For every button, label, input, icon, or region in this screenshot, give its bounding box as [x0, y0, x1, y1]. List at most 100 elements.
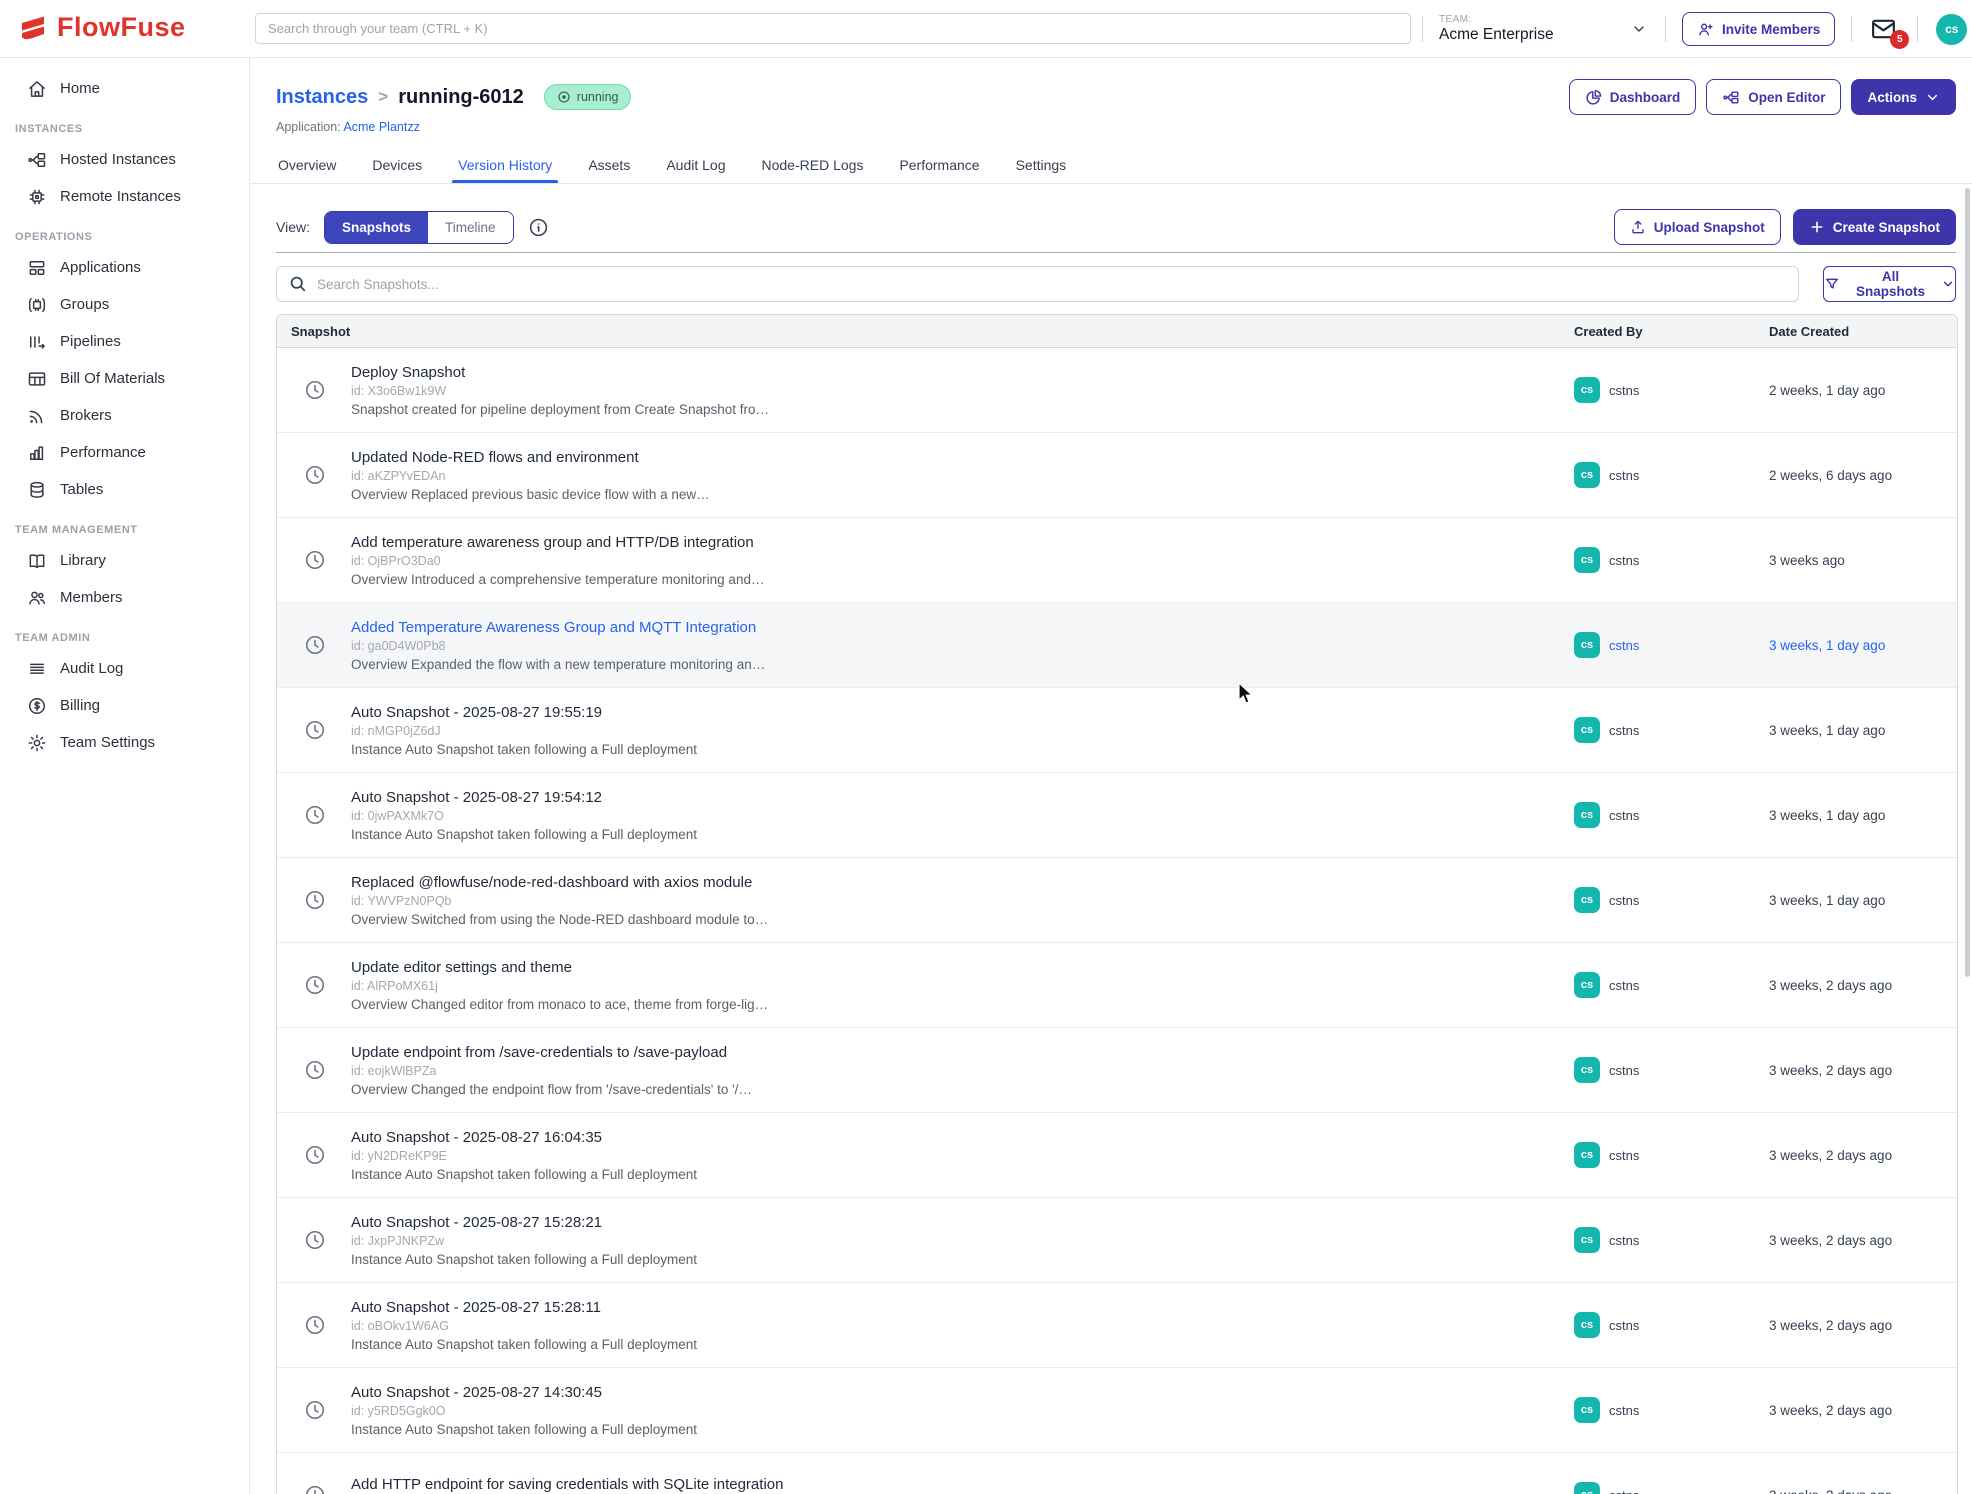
snapshot-filter-dropdown[interactable]: All Snapshots [1823, 266, 1956, 302]
tab-timeline[interactable]: Timeline [428, 212, 513, 243]
sidebar-item-brokers[interactable]: Brokers [0, 397, 249, 434]
upload-snapshot-button[interactable]: Upload Snapshot [1614, 209, 1781, 245]
tab-performance[interactable]: Performance [899, 146, 979, 183]
sidebar-section-header: INSTANCES [15, 123, 249, 135]
avatar: cs [1574, 972, 1600, 998]
notifications-button[interactable]: 5 [1870, 17, 1897, 41]
snapshot-title[interactable]: Auto Snapshot - 2025-08-27 15:28:21 [351, 1214, 697, 1231]
tab-devices[interactable]: Devices [372, 146, 422, 183]
author-name: cstns [1609, 1063, 1639, 1078]
created-by-cell: cs cstns [1574, 773, 1769, 857]
tab-bar: Overview Devices Version History Assets Audi… [250, 146, 1972, 184]
billing-icon [27, 696, 47, 716]
table-row[interactable]: Add temperature awareness group and HTTP… [277, 518, 1957, 603]
clock-icon [304, 889, 326, 911]
sidebar-item-hosted-instances[interactable]: Hosted Instances [0, 141, 249, 178]
application-link[interactable]: Acme Plantzz [343, 120, 419, 134]
topbar-divider [1851, 16, 1852, 42]
table-row[interactable]: Auto Snapshot - 2025-08-27 14:30:45 id: … [277, 1368, 1957, 1453]
sidebar-item-members[interactable]: Members [0, 579, 249, 616]
tab-overview[interactable]: Overview [278, 146, 336, 183]
sidebar-item-library[interactable]: Library [0, 542, 249, 579]
tab-assets[interactable]: Assets [588, 146, 630, 183]
snapshot-title[interactable]: Auto Snapshot - 2025-08-27 14:30:45 [351, 1384, 697, 1401]
tab-audit-log[interactable]: Audit Log [666, 146, 725, 183]
snapshot-title[interactable]: Auto Snapshot - 2025-08-27 15:28:11 [351, 1299, 697, 1316]
sidebar-item-billing[interactable]: Billing [0, 687, 249, 724]
sidebar-item-label: Applications [60, 259, 141, 276]
sidebar-item-groups[interactable]: Groups [0, 286, 249, 323]
view-toolbar: View: Snapshots Timeline Upload Snapshot… [276, 204, 1956, 250]
snapshot-id: id: AlRPoMX61j [351, 979, 768, 993]
snapshot-search-input[interactable] [276, 266, 1799, 302]
flowfuse-logo-icon [18, 13, 48, 43]
global-search-input[interactable] [255, 13, 1411, 44]
clock-icon [304, 1059, 326, 1081]
date-created-cell: 3 weeks, 2 days ago [1769, 1283, 1957, 1367]
breadcrumb-instances-link[interactable]: Instances [276, 86, 368, 109]
scrollbar-thumb[interactable] [1965, 188, 1970, 977]
info-icon[interactable] [528, 217, 549, 238]
tab-version-history[interactable]: Version History [458, 146, 552, 183]
snapshot-title[interactable]: Update editor settings and theme [351, 959, 768, 976]
sidebar-item-applications[interactable]: Applications [0, 249, 249, 286]
table-row[interactable]: Auto Snapshot - 2025-08-27 15:28:11 id: … [277, 1283, 1957, 1368]
clock-icon [304, 974, 326, 996]
view-toggle: Snapshots Timeline [324, 211, 514, 244]
created-by-cell: cs cstns [1574, 1113, 1769, 1197]
table-row[interactable]: Auto Snapshot - 2025-08-27 19:55:19 id: … [277, 688, 1957, 773]
created-by-cell: cs cstns [1574, 1198, 1769, 1282]
table-row[interactable]: Update editor settings and theme id: AlR… [277, 943, 1957, 1028]
sidebar-item-pipelines[interactable]: Pipelines [0, 323, 249, 360]
sidebar-item-home[interactable]: Home [0, 70, 249, 107]
dashboard-button[interactable]: Dashboard [1569, 79, 1697, 115]
snapshot-id: id: JxpPJNKPZw [351, 1234, 697, 1248]
snapshot-title[interactable]: Add temperature awareness group and HTTP… [351, 534, 764, 551]
chevron-down-icon[interactable] [1631, 21, 1647, 37]
snapshot-title[interactable]: Auto Snapshot - 2025-08-27 19:54:12 [351, 789, 697, 806]
open-editor-button[interactable]: Open Editor [1706, 79, 1841, 115]
snapshot-title[interactable]: Add HTTP endpoint for saving credentials… [351, 1476, 783, 1493]
table-row[interactable]: Update endpoint from /save-credentials t… [277, 1028, 1957, 1113]
table-row[interactable]: Auto Snapshot - 2025-08-27 16:04:35 id: … [277, 1113, 1957, 1198]
create-snapshot-button[interactable]: Create Snapshot [1793, 209, 1956, 245]
invite-members-button[interactable]: Invite Members [1682, 12, 1835, 46]
sidebar-item-performance[interactable]: Performance [0, 434, 249, 471]
snapshot-title[interactable]: Updated Node-RED flows and environment [351, 449, 710, 466]
snapshot-title[interactable]: Update endpoint from /save-credentials t… [351, 1044, 752, 1061]
user-avatar[interactable]: cs [1936, 14, 1967, 45]
snapshot-title[interactable]: Auto Snapshot - 2025-08-27 16:04:35 [351, 1129, 697, 1146]
table-header: Snapshot Created By Date Created [277, 315, 1957, 348]
sidebar-section-header: TEAM ADMIN [15, 632, 249, 644]
sidebar-item-bill-of-materials[interactable]: Bill Of Materials [0, 360, 249, 397]
snapshot-title[interactable]: Replaced @flowfuse/node-red-dashboard wi… [351, 874, 768, 891]
flowfuse-logo[interactable]: FlowFuse [18, 12, 186, 43]
plus-icon [1809, 219, 1825, 235]
author-name: cstns [1609, 1488, 1639, 1494]
tab-settings[interactable]: Settings [1016, 146, 1067, 183]
tab-node-red-logs[interactable]: Node-RED Logs [762, 146, 864, 183]
table-row[interactable]: Add HTTP endpoint for saving credentials… [277, 1453, 1957, 1494]
table-row[interactable]: Replaced @flowfuse/node-red-dashboard wi… [277, 858, 1957, 943]
snapshot-title[interactable]: Auto Snapshot - 2025-08-27 19:55:19 [351, 704, 697, 721]
tab-snapshots[interactable]: Snapshots [325, 212, 428, 243]
team-selector[interactable]: TEAM: Acme Enterprise [1439, 14, 1617, 44]
table-row[interactable]: Auto Snapshot - 2025-08-27 15:28:21 id: … [277, 1198, 1957, 1283]
table-row[interactable]: Deploy Snapshot id: X3o6Bw1k9W Snapshot … [277, 348, 1957, 433]
sidebar-item-tables[interactable]: Tables [0, 471, 249, 508]
table-row[interactable]: Updated Node-RED flows and environment i… [277, 433, 1957, 518]
status-running-icon [557, 90, 571, 104]
snapshot-description: Instance Auto Snapshot taken following a… [351, 1167, 697, 1182]
snapshot-description: Instance Auto Snapshot taken following a… [351, 742, 697, 757]
sidebar-item-audit-log[interactable]: Audit Log [0, 650, 249, 687]
sidebar-item-remote-instances[interactable]: Remote Instances [0, 178, 249, 215]
author-name: cstns [1609, 893, 1639, 908]
author-name: cstns [1609, 468, 1639, 483]
actions-button[interactable]: Actions [1851, 79, 1956, 115]
snapshot-title[interactable]: Deploy Snapshot [351, 364, 769, 381]
sidebar-item-team-settings[interactable]: Team Settings [0, 724, 249, 761]
table-row[interactable]: Added Temperature Awareness Group and MQ… [277, 603, 1957, 688]
table-row[interactable]: Auto Snapshot - 2025-08-27 19:54:12 id: … [277, 773, 1957, 858]
clock-icon [304, 1314, 326, 1336]
snapshot-title[interactable]: Added Temperature Awareness Group and MQ… [351, 619, 765, 636]
